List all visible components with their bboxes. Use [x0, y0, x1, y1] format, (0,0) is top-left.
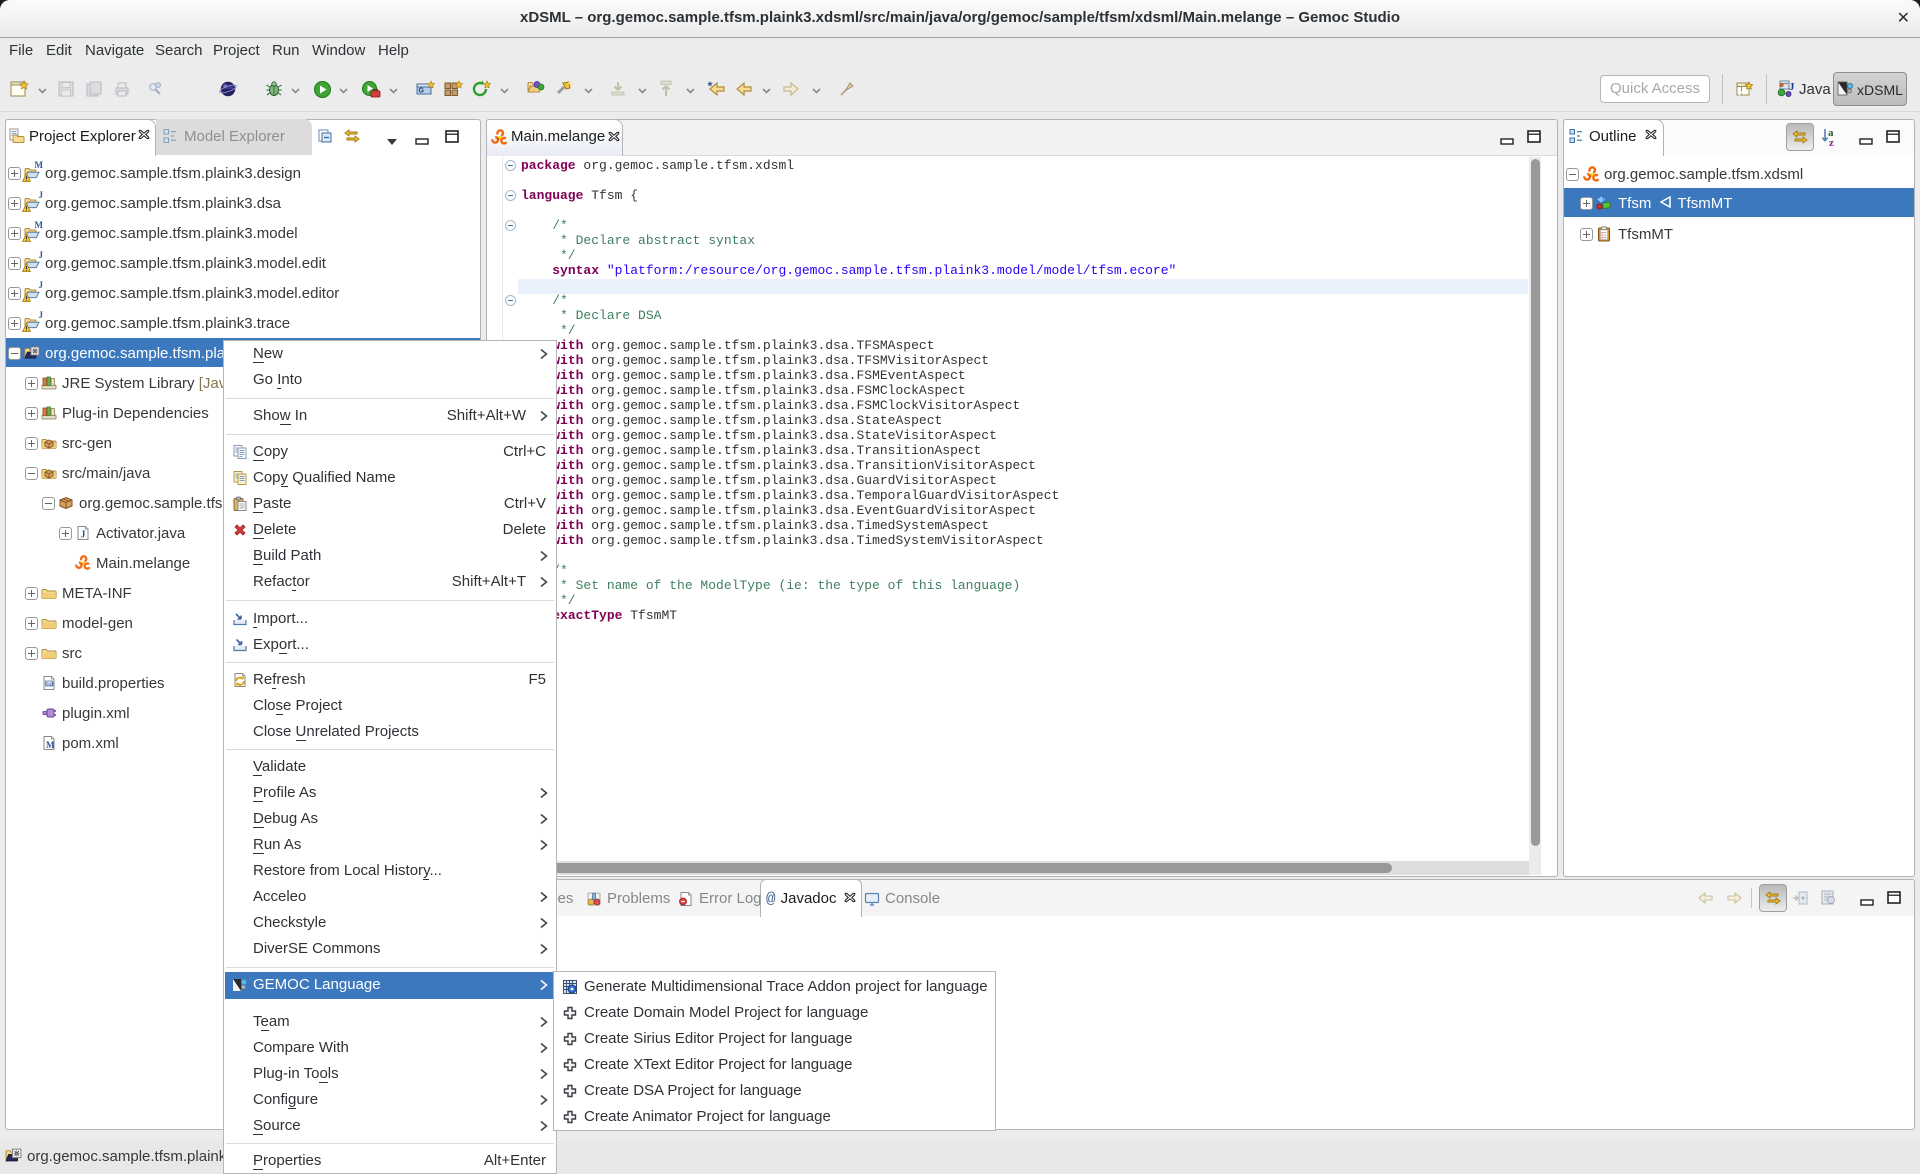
svg-text:J: J: [1789, 81, 1795, 93]
svg-text:z: z: [1829, 137, 1834, 148]
svg-text:G: G: [419, 88, 425, 95]
